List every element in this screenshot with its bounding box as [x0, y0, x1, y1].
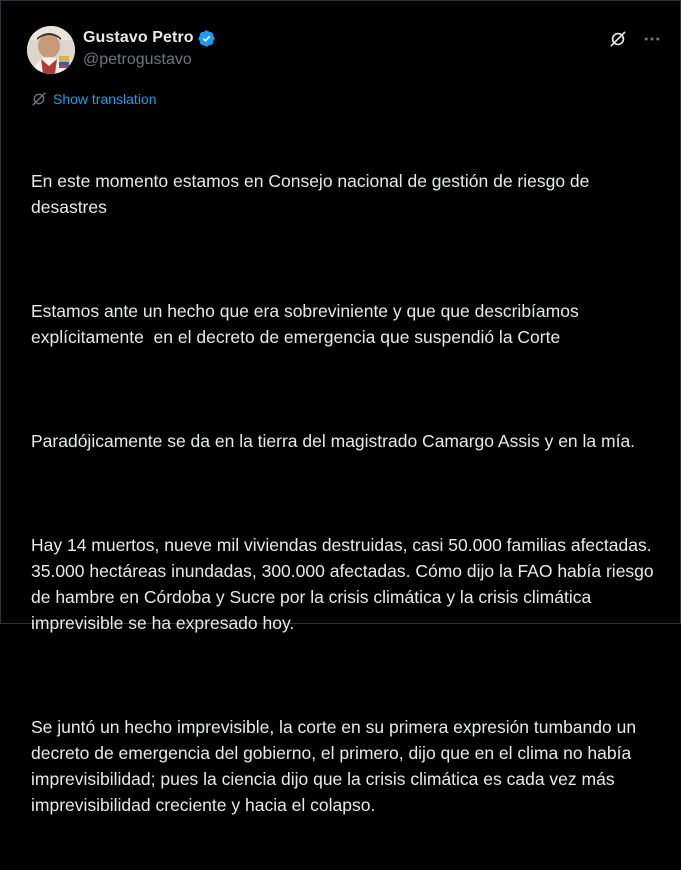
- post-paragraph: Estamos ante un hecho que era sobrevinie…: [31, 301, 584, 347]
- post-card: Gustavo Petro @petrogustavo Show transla…: [0, 0, 681, 815]
- avatar[interactable]: [27, 26, 75, 74]
- post-text: En este momento estamos en Consejo nacio…: [31, 116, 666, 870]
- more-options-icon[interactable]: [642, 29, 662, 49]
- show-translation-label[interactable]: Show translation: [53, 91, 157, 107]
- post-paragraph: En este momento estamos en Consejo nacio…: [31, 171, 595, 217]
- post-paragraph: Hay 14 muertos, nueve mil viviendas dest…: [31, 535, 659, 633]
- verified-badge-icon[interactable]: [197, 29, 216, 48]
- author-display-name[interactable]: Gustavo Petro: [83, 29, 194, 47]
- profile-photo-icon: [27, 26, 75, 74]
- author-names: Gustavo Petro @petrogustavo: [83, 27, 216, 69]
- post-paragraph: Se juntó un hecho imprevisible, la corte…: [31, 717, 641, 815]
- header-actions: [608, 29, 662, 49]
- grok-icon[interactable]: [608, 29, 628, 49]
- show-translation-link[interactable]: Show translation: [31, 91, 157, 107]
- post-header: Gustavo Petro @petrogustavo: [27, 23, 662, 75]
- name-row: Gustavo Petro: [83, 27, 216, 49]
- author-handle[interactable]: @petrogustavo: [83, 51, 216, 69]
- globe-icon: [31, 91, 47, 107]
- post-paragraph: Paradójicamente se da en la tierra del m…: [31, 431, 636, 451]
